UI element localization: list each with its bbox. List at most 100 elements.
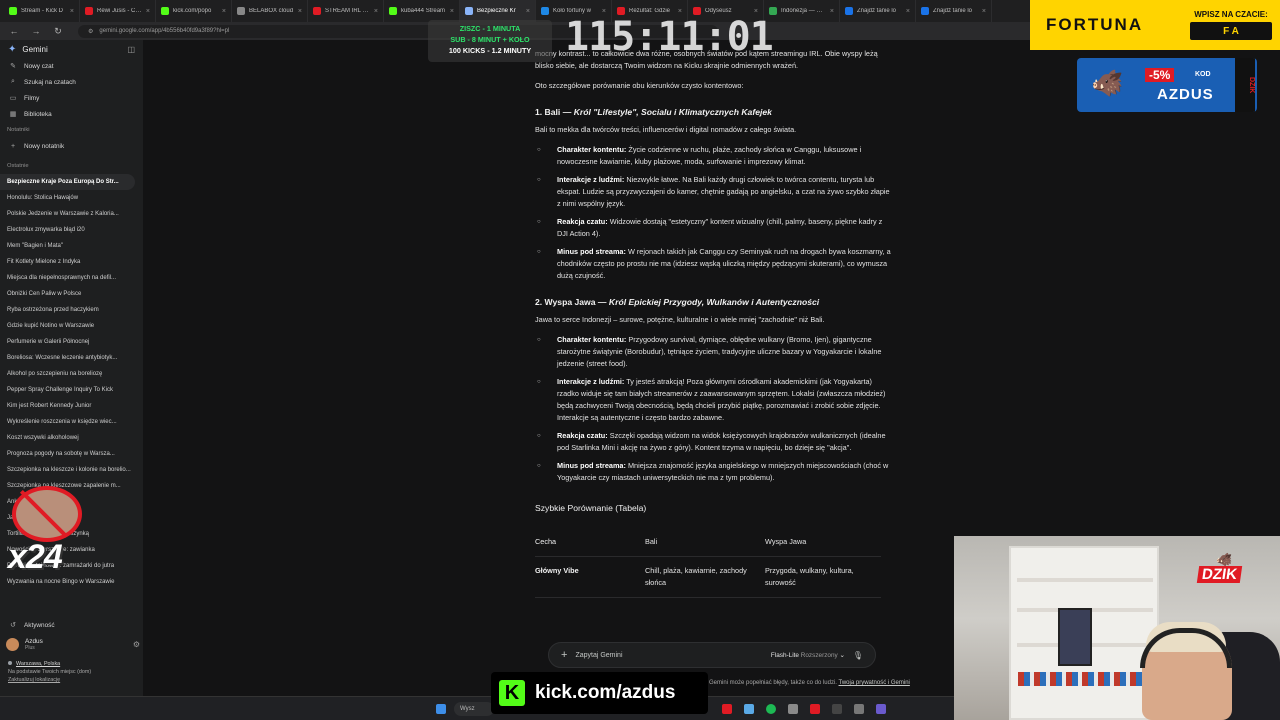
close-icon[interactable]: × [906, 8, 910, 15]
browser-tab[interactable]: Rewi Jusis - Cho × [80, 0, 156, 22]
recent-chat-item[interactable]: Kim jest Robert Kennedy Junior [0, 398, 143, 414]
stream-timer: 115:11:01 [565, 14, 774, 60]
microphone-icon[interactable]: 🎙 [853, 651, 863, 660]
close-icon[interactable]: × [830, 8, 834, 15]
taskbar-app-icon[interactable] [810, 703, 820, 714]
location-city[interactable]: Warszawa, Polska [16, 661, 60, 667]
sidebar-toggle-icon[interactable]: ◫ [127, 45, 135, 54]
update-location-link[interactable]: Zaktualizuj lokalizację [8, 676, 140, 684]
close-icon[interactable]: × [374, 8, 378, 15]
taskbar-app-icon[interactable] [744, 703, 754, 714]
recent-chat-item[interactable]: Alkohol po szczepieniu na boreliozę [0, 366, 143, 382]
tab-title: Stream - Kick D [21, 8, 64, 14]
recent-chat-item[interactable]: Ryba ostrzeżona przed haczykiem [0, 302, 143, 318]
prompt-input-box[interactable]: + Zapytaj Gemini Flash-Lite Rozszerzony … [548, 642, 876, 668]
tab-favicon-icon [237, 7, 245, 15]
windows-start-icon[interactable] [436, 703, 446, 714]
prompt-input[interactable]: Zapytaj Gemini [575, 652, 622, 659]
close-icon[interactable]: × [982, 8, 986, 15]
webcam-feed: 🐗 DZIK [954, 536, 1280, 720]
lead-paragraph: Oto szczegółowe porównanie obu kierunków… [535, 80, 891, 92]
recent-chat-item[interactable]: Polskie Jedzenie w Warszawie z Kaloria..… [0, 206, 143, 222]
spotify-icon[interactable] [766, 703, 776, 714]
browser-tab[interactable]: Stream - Kick D × [4, 0, 80, 22]
new-chat-icon: ✎ [10, 63, 16, 70]
activity-button[interactable]: ↺ Aktywność [0, 617, 140, 633]
model-selector[interactable]: Flash-Lite Rozszerzony ⌄ [771, 651, 845, 659]
recent-chat-item[interactable]: Honolulu: Stolica Hawajów [0, 190, 143, 206]
bullet-label: Reakcja czatu: [557, 431, 608, 440]
new-notebook-button[interactable]: + Nowy notatnik [0, 138, 143, 154]
taskbar-app-icon[interactable] [788, 703, 798, 714]
privacy-link[interactable]: Twoja prywatność i Gemini [839, 680, 910, 686]
sidebar-action[interactable]: ⌕ Szukaj na czatach [0, 74, 143, 90]
promo-kod-label: KOD [1195, 71, 1211, 78]
table-cell: Główny Vibe [535, 556, 645, 598]
notebooks-header: Notatniki [7, 127, 30, 133]
lead-text: Oto szczegółowe porównanie obu kierunków… [535, 81, 744, 90]
table-title: Szybkie Porównanie (Tabela) [535, 503, 647, 513]
recent-chat-item[interactable]: Wykreślenie roszczenia w księdze wiec... [0, 414, 143, 430]
tab-title: BELABOX cloud [249, 8, 294, 14]
recent-chat-item[interactable]: Miejsca dla niepełnosprawnych na defil..… [0, 270, 143, 286]
recent-chat-item[interactable]: Mem "Bagien i Mata" [0, 238, 143, 254]
screen: Stream - Kick D × Rewi Jusis - Cho × kick.co… [0, 0, 1280, 720]
taskbar-app-icon[interactable] [854, 703, 864, 714]
forward-icon[interactable]: → [30, 26, 42, 36]
activity-label: Aktywność [24, 621, 55, 629]
close-icon[interactable]: × [526, 8, 530, 15]
table-header-row: Cecha Bali Wyspa Jawa [535, 528, 881, 557]
recent-chat-item[interactable]: Boreliosa: Wczesne leczenie antybiotyk..… [0, 350, 143, 366]
sidebar-header: ✦ Gemini ◫ [0, 40, 143, 58]
browser-tab[interactable]: Znajdź tanie lo × [840, 0, 916, 22]
recent-chat-item[interactable]: Fit Kotlety Mielone z Indyka [0, 254, 143, 270]
recent-chat-item[interactable]: Gdzie kupić Notino w Warszawie [0, 318, 143, 334]
recent-chat-item[interactable]: Pepper Spray Challenge Inquiry To Kick [0, 382, 143, 398]
taskbar-search[interactable]: Wysz [454, 701, 494, 716]
browser-tab[interactable]: BELABOX cloud × [232, 0, 308, 22]
close-icon[interactable]: × [70, 8, 74, 15]
recent-chat-item[interactable]: Electrolux zmywarka błąd i20 [0, 222, 143, 238]
table-cell: Chill, plaża, kawiarnie, zachody słońca [645, 556, 765, 598]
browser-tab[interactable]: kick.com/popo × [156, 0, 232, 22]
chevron-down-icon: ⌄ [839, 652, 845, 659]
taskbar-app-icon[interactable] [722, 703, 732, 714]
close-icon[interactable]: × [450, 8, 454, 15]
recent-chat-item[interactable]: Obniżki Cen Paliw w Polsce [0, 286, 143, 302]
sidebar-action[interactable]: ✎ Nowy czat [0, 58, 143, 74]
recent-chat-item[interactable]: Szczepionka na kleszcze i kolonie na bor… [0, 462, 143, 478]
tab-title: kick.com/popo [173, 8, 212, 14]
bullet-label: Charakter kontentu: [557, 145, 627, 154]
recent-chat-item[interactable]: Perfumerie w Galerii Północnej [0, 334, 143, 350]
taskbar-app-icon[interactable] [876, 703, 886, 714]
sidebar-action[interactable]: ▭ Filmy [0, 90, 143, 106]
section-title: Król "Lifestyle", Socialu i Klimatycznyc… [573, 107, 772, 117]
browser-tab[interactable]: STREAM IRL 24/ × [308, 0, 384, 22]
user-profile[interactable]: Azdus Plus ⚙ [6, 638, 140, 651]
back-icon[interactable]: ← [8, 26, 20, 36]
terminal-icon[interactable] [832, 703, 842, 714]
recent-chat-item[interactable]: Koszt wszywki alkoholowej [0, 430, 143, 446]
site-info-icon[interactable]: ⚙ [88, 28, 93, 35]
browser-tab[interactable]: Bezpieczne Kr × [460, 0, 536, 22]
avatar [6, 638, 19, 651]
tab-title: Bezpieczne Kr [477, 8, 516, 14]
close-icon[interactable]: × [298, 8, 302, 15]
close-icon[interactable]: × [146, 8, 150, 15]
tab-favicon-icon [845, 7, 853, 15]
reload-icon[interactable]: ↻ [52, 26, 64, 37]
goal-line: ZISZC - 1 MINUTA [459, 24, 521, 33]
sidebar-action[interactable]: ▦ Biblioteka [0, 106, 143, 122]
recent-chat-item[interactable]: Bezpieczne Kraje Poza Europą Do Str... [0, 174, 135, 190]
sidebar-action-label: Szukaj na czatach [24, 78, 76, 86]
promo-discount: -5% [1145, 68, 1175, 82]
tab-favicon-icon [921, 7, 929, 15]
settings-gear-icon[interactable]: ⚙ [133, 640, 140, 649]
add-attachment-icon[interactable]: + [561, 649, 567, 661]
browser-tab[interactable]: Indonezja — Mar × [764, 0, 840, 22]
close-icon[interactable]: × [222, 8, 226, 15]
browser-tab[interactable]: Znajdź tanie lo × [916, 0, 992, 22]
recent-chat-item[interactable]: Prognoza pogody na sobotę w Warsza... [0, 446, 143, 462]
browser-tab[interactable]: kuba444 Stream × [384, 0, 460, 22]
bullet-item: Reakcja czatu: Widzowie dostają "estetyc… [535, 216, 891, 240]
